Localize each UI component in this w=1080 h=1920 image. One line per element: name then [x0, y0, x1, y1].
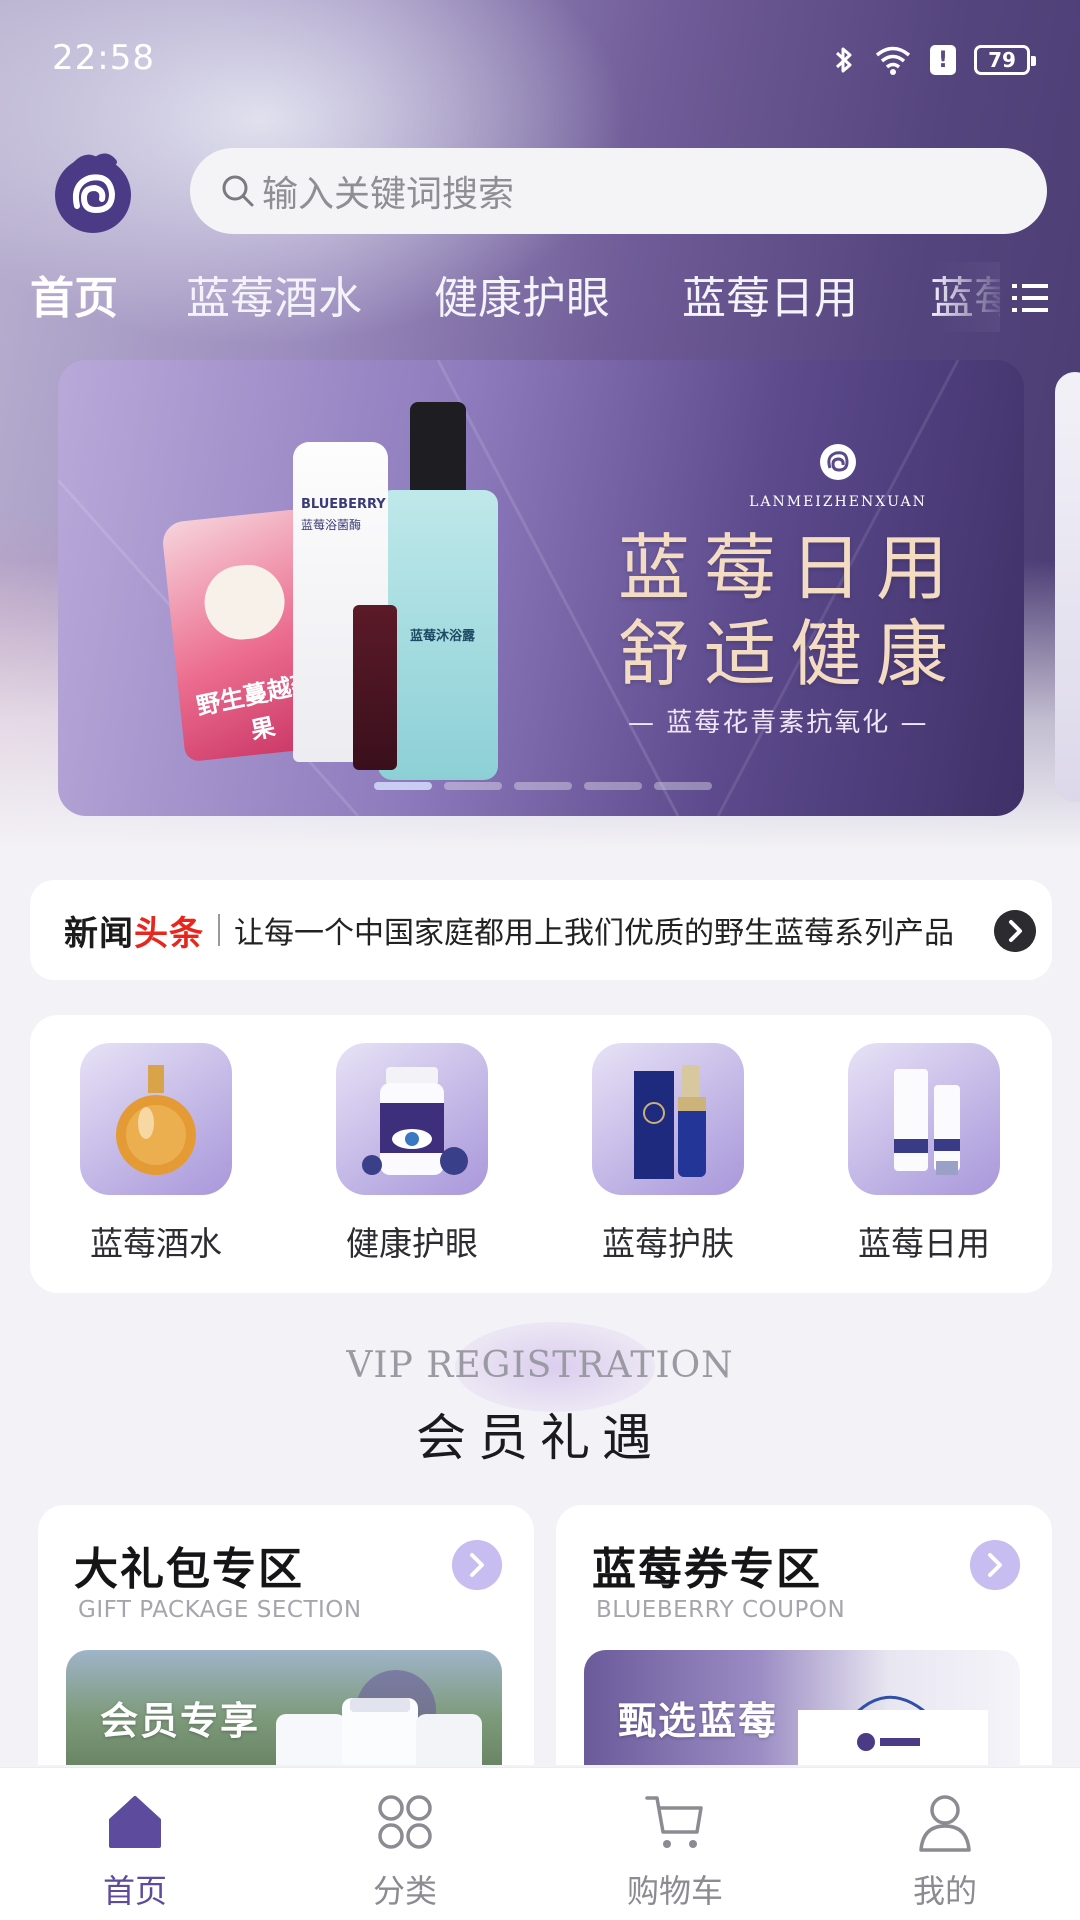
chevron-right-icon[interactable] — [970, 1540, 1020, 1590]
tabbar-home[interactable]: 首页 — [65, 1790, 205, 1912]
tube-label-cn: 蓝莓浴菌酶 — [301, 518, 362, 532]
app-logo[interactable] — [50, 148, 136, 234]
promo-title: 蓝莓券专区 — [592, 1544, 822, 1595]
search-placeholder: 输入关键词搜索 — [262, 174, 515, 215]
tabbar-label: 我的 — [912, 1872, 977, 1910]
category-tabs: 首页 蓝莓酒水 健康护眼 蓝莓日用 蓝莓 — [0, 262, 1000, 332]
bottom-tab-bar: 首页 分类 购物车 我的 — [0, 1768, 1080, 1920]
promo-card-coupon[interactable]: 蓝莓券专区 BLUEBERRY COUPON 甄选蓝莓 — [556, 1505, 1052, 1765]
tab-home[interactable]: 首页 — [30, 262, 118, 326]
user-icon — [919, 1795, 971, 1852]
news-divider — [218, 914, 220, 946]
banner-title: 蓝莓日用 舒适健康 — [618, 525, 962, 697]
news-badge-part1: 新闻 — [64, 913, 134, 954]
vip-heading-en: VIP REGISTRATION — [346, 1345, 734, 1386]
banner-pagination — [374, 782, 712, 790]
bottle-label: 蓝莓沐浴露 — [410, 629, 476, 644]
daily-products-icon — [894, 1069, 960, 1175]
tube-label-en: BLUEBERRY — [301, 497, 386, 512]
promo-card-gift[interactable]: 大礼包专区 GIFT PACKAGE SECTION 会员专享 — [38, 1505, 534, 1765]
category-item-daily[interactable]: 蓝莓日用 — [848, 1043, 1000, 1265]
home-icon — [109, 1796, 161, 1848]
status-icons: ! 79 — [832, 40, 1036, 80]
bag-mascot — [200, 561, 289, 644]
tab-blueberry-drinks[interactable]: 蓝莓酒水 — [186, 262, 362, 326]
promo-subtitle: GIFT PACKAGE SECTION — [78, 1597, 362, 1623]
banner-title-line1: 蓝莓日用 — [618, 526, 963, 610]
news-ticker[interactable]: 新闻头条 让每一个中国家庭都用上我们优质的野生蓝莓系列产品 — [30, 880, 1052, 980]
battery-icon: 79 — [974, 45, 1036, 75]
banner-subtitle: — 蓝莓花青素抗氧化 — — [628, 708, 929, 738]
banner-title-line2: 舒适健康 — [618, 612, 963, 696]
tabbar-label: 购物车 — [626, 1872, 723, 1910]
category-grid: 蓝莓酒水 健康护眼 蓝莓护肤 蓝莓日用 — [30, 1015, 1052, 1293]
bluetooth-icon — [835, 47, 852, 73]
category-item-drinks[interactable]: 蓝莓酒水 — [80, 1043, 232, 1265]
promo-title: 大礼包专区 — [74, 1544, 304, 1595]
tabbar-label: 分类 — [372, 1872, 437, 1910]
vip-heading-cn: 会员礼遇 — [416, 1409, 664, 1467]
cart-icon — [645, 1796, 703, 1848]
category-image — [592, 1043, 744, 1195]
promo-tag: 甄选蓝莓 — [618, 1699, 779, 1743]
wifi-icon — [875, 46, 911, 75]
promo-image: 会员专享 — [66, 1650, 502, 1765]
tabbar-cart[interactable]: 购物车 — [605, 1790, 745, 1912]
tabbar-category[interactable]: 分类 — [335, 1790, 475, 1912]
category-label: 蓝莓护肤 — [602, 1224, 734, 1263]
banner-dot[interactable] — [374, 782, 432, 790]
banner-dot[interactable] — [584, 782, 642, 790]
news-text: 让每一个中国家庭都用上我们优质的野生蓝莓系列产品 — [234, 916, 954, 951]
tabbar-label: 首页 — [102, 1872, 167, 1910]
category-image — [848, 1043, 1000, 1195]
banner-dot[interactable] — [444, 782, 502, 790]
banner-dot[interactable] — [654, 782, 712, 790]
category-item-skincare[interactable]: 蓝莓护肤 — [592, 1043, 744, 1265]
liquor-bottle-icon — [116, 1065, 196, 1175]
promo-subtitle: BLUEBERRY COUPON — [596, 1597, 846, 1623]
search-icon — [222, 175, 254, 207]
news-badge-part2: 头条 — [134, 913, 204, 954]
promo-banner[interactable]: 野生蔓越莓果 蓝莓沐浴露 BLUEBERRY 蓝莓浴菌酶 LANMEIZHENX… — [58, 360, 1024, 816]
pump-head — [410, 402, 466, 492]
category-image — [80, 1043, 232, 1195]
category-item-eyecare[interactable]: 健康护眼 — [336, 1043, 488, 1265]
tabs-fade — [930, 262, 1000, 332]
battery-level: 79 — [988, 48, 1016, 72]
tab-daily-use[interactable]: 蓝莓日用 — [682, 262, 858, 326]
chevron-right-icon[interactable] — [452, 1540, 502, 1590]
category-label: 健康护眼 — [346, 1224, 478, 1263]
banner-dot[interactable] — [514, 782, 572, 790]
brand-name: LANMEIZHENXUAN — [749, 494, 927, 510]
banner-brand: LANMEIZHENXUAN — [748, 438, 928, 510]
status-bar: 22:58 ! 79 — [0, 0, 1080, 120]
next-banner-peek[interactable] — [1055, 372, 1080, 802]
brand-logo-icon — [820, 444, 856, 480]
tabbar-profile[interactable]: 我的 — [875, 1790, 1015, 1912]
category-label: 蓝莓日用 — [858, 1224, 990, 1263]
news-badge: 新闻头条 — [64, 906, 204, 955]
skincare-set-icon — [634, 1065, 706, 1179]
promo-image: 甄选蓝莓 — [584, 1650, 1020, 1765]
search-bar[interactable]: 输入关键词搜索 — [190, 148, 1047, 234]
tab-eye-care[interactable]: 健康护眼 — [434, 262, 610, 326]
menu-list-icon[interactable] — [1010, 278, 1050, 318]
eye-care-bottle-icon — [362, 1067, 468, 1175]
category-label: 蓝莓酒水 — [90, 1224, 222, 1263]
status-time: 22:58 — [52, 38, 155, 78]
juice-vial-product — [353, 605, 397, 770]
category-grid-icon — [378, 1795, 432, 1849]
promo-tag: 会员专享 — [100, 1699, 261, 1743]
chevron-right-icon[interactable] — [994, 910, 1036, 952]
category-image — [336, 1043, 488, 1195]
alert-icon: ! — [930, 45, 956, 75]
